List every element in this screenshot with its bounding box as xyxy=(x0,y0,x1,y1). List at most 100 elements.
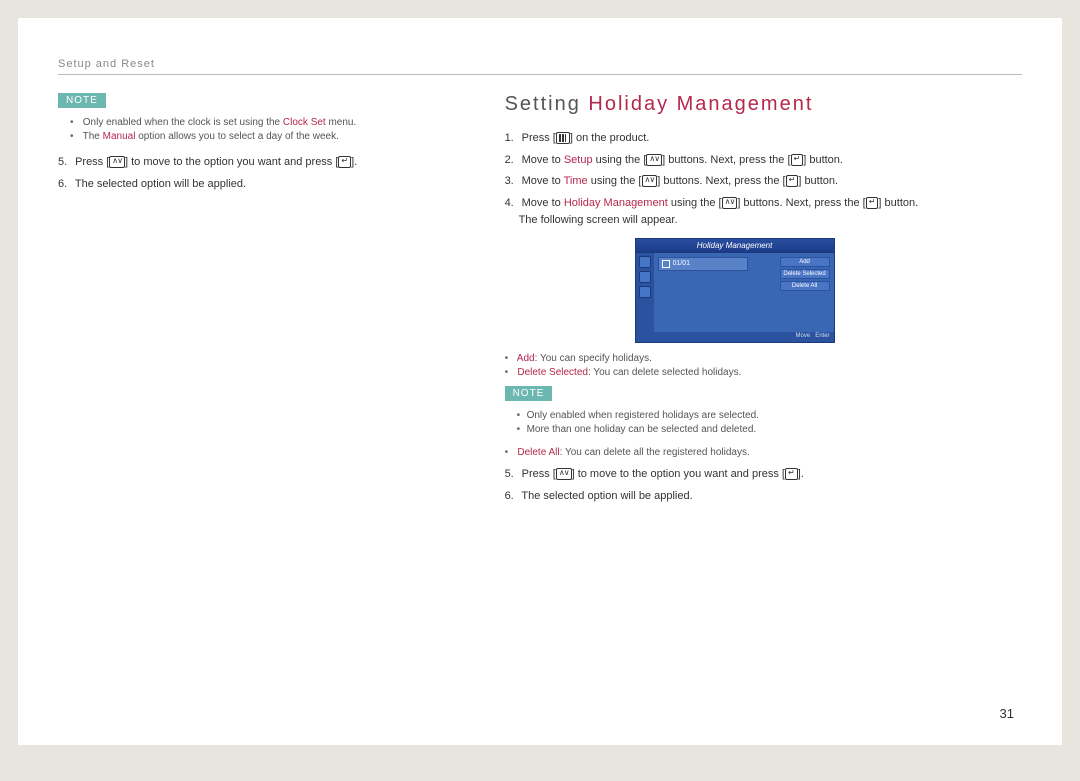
steps-list: 5. Press [∧∨] to move to the option you … xyxy=(505,466,1022,505)
text: The xyxy=(83,131,103,142)
text: ] to move to the option you want and pre… xyxy=(125,156,338,168)
osd-row: 01/01 xyxy=(658,257,748,271)
accent-text: Delete Selected xyxy=(517,367,588,378)
heading-prefix: Setting xyxy=(505,93,589,115)
text: Press [ xyxy=(75,156,109,168)
step-5: 5. Press [∧∨] to move to the option you … xyxy=(58,154,465,172)
updown-icon: ∧∨ xyxy=(556,468,572,480)
text: ] button. xyxy=(878,197,918,209)
desc-delete-all: Delete All: You can delete all the regis… xyxy=(505,447,1022,458)
two-column-layout: NOTE Only enabled when the clock is set … xyxy=(58,93,1022,509)
text: using the [ xyxy=(668,197,722,209)
step-6: 6. The selected option will be applied. xyxy=(505,488,1022,506)
enter-icon: ↵ xyxy=(338,156,351,168)
text: More than one holiday can be selected an… xyxy=(527,424,757,435)
text: Move to xyxy=(522,197,564,209)
steps-list: 5. Press [∧∨] to move to the option you … xyxy=(58,154,465,193)
section-heading: Setting Holiday Management xyxy=(505,93,1022,116)
step-number: 6. xyxy=(505,488,519,506)
text: option allows you to select a day of the… xyxy=(135,131,338,142)
osd-buttons: Add Delete Selected Delete All xyxy=(780,257,830,291)
desc-delete-selected: Delete Selected: You can delete selected… xyxy=(505,367,1022,378)
checkbox-icon xyxy=(662,260,670,268)
step-4: 4. Move to Holiday Management using the … xyxy=(505,195,1022,230)
accent-text: Add xyxy=(517,353,535,364)
accent-text: Time xyxy=(564,175,588,187)
text: : You can specify holidays. xyxy=(535,353,652,364)
updown-icon: ∧∨ xyxy=(722,197,738,209)
accent-text: Setup xyxy=(564,154,593,166)
updown-icon: ∧∨ xyxy=(109,156,125,168)
note-badge: NOTE xyxy=(58,93,106,108)
page-number: 31 xyxy=(1000,706,1014,721)
accent-text: Holiday Management xyxy=(564,197,668,209)
text: The selected option will be applied. xyxy=(521,490,692,502)
menu-icon xyxy=(556,132,570,144)
step-5: 5. Press [∧∨] to move to the option you … xyxy=(505,466,1022,484)
text: menu. xyxy=(326,117,357,128)
text: using the [ xyxy=(593,154,647,166)
osd-sidebar-icon xyxy=(639,256,651,268)
note-badge: NOTE xyxy=(505,386,553,401)
steps-list: 1. Press [ ] on the product. 2. Move to S… xyxy=(505,130,1022,230)
enter-icon: ↵ xyxy=(866,197,879,209)
step-number: 3. xyxy=(505,173,519,191)
text: : You can delete selected holidays. xyxy=(588,367,741,378)
desc-add: Add: You can specify holidays. xyxy=(505,353,1022,364)
text: ] button. xyxy=(803,154,843,166)
text: ] to move to the option you want and pre… xyxy=(572,468,785,480)
note-line: Only enabled when registered holidays ar… xyxy=(517,410,1022,421)
osd-add-button: Add xyxy=(780,257,830,267)
text: ]. xyxy=(798,468,804,480)
osd-delete-all-button: Delete All xyxy=(780,281,830,291)
text: The following screen will appear. xyxy=(519,214,678,226)
note-body: Only enabled when registered holidays ar… xyxy=(517,410,1022,435)
accent-text: Manual xyxy=(103,131,136,142)
enter-icon: ↵ xyxy=(786,175,799,187)
osd-footer-enter: Enter xyxy=(815,333,829,339)
osd-sidebar-icon xyxy=(639,286,651,298)
manual-page: Setup and Reset NOTE Only enabled when t… xyxy=(18,18,1062,745)
note-line: The Manual option allows you to select a… xyxy=(70,131,465,142)
text: using the [ xyxy=(588,175,642,187)
enter-icon: ↵ xyxy=(785,468,798,480)
step-2: 2. Move to Setup using the [∧∨] buttons.… xyxy=(505,152,1022,170)
text: The selected option will be applied. xyxy=(75,178,246,190)
text: ] button. xyxy=(798,175,838,187)
osd-title: Holiday Management xyxy=(636,239,834,253)
text: Press [ xyxy=(522,132,556,144)
updown-icon: ∧∨ xyxy=(646,154,662,166)
text: Move to xyxy=(522,154,564,166)
text: ] buttons. Next, press the [ xyxy=(737,197,865,209)
osd-delete-selected-button: Delete Selected xyxy=(780,269,830,279)
osd-footer-move: Move xyxy=(796,333,811,339)
text: Only enabled when the clock is set using… xyxy=(83,117,283,128)
text: : You can delete all the registered holi… xyxy=(560,447,750,458)
note-body: Only enabled when the clock is set using… xyxy=(70,117,465,142)
step-number: 2. xyxy=(505,152,519,170)
step-number: 6. xyxy=(58,176,72,194)
step-number: 1. xyxy=(505,130,519,148)
left-column: NOTE Only enabled when the clock is set … xyxy=(58,93,465,509)
text: ]. xyxy=(351,156,357,168)
text: ] on the product. xyxy=(570,132,650,144)
description-list: Delete All: You can delete all the regis… xyxy=(505,447,1022,458)
osd-date: 01/01 xyxy=(673,260,691,267)
osd-sidebar-icon xyxy=(639,271,651,283)
osd-screenshot: Holiday Management 01/01 Add Delete Sele… xyxy=(635,238,835,343)
description-list: Add: You can specify holidays. Delete Se… xyxy=(505,353,1022,378)
heading-accent: Holiday Management xyxy=(588,93,813,115)
note-line: More than one holiday can be selected an… xyxy=(517,424,1022,435)
note-line: Only enabled when the clock is set using… xyxy=(70,117,465,128)
step-3: 3. Move to Time using the [∧∨] buttons. … xyxy=(505,173,1022,191)
text: ] buttons. Next, press the [ xyxy=(657,175,785,187)
enter-icon: ↵ xyxy=(791,154,804,166)
step-number: 5. xyxy=(505,466,519,484)
updown-icon: ∧∨ xyxy=(642,175,658,187)
osd-footer: Move Enter xyxy=(636,332,834,342)
breadcrumb: Setup and Reset xyxy=(58,58,1022,75)
step-1: 1. Press [ ] on the product. xyxy=(505,130,1022,148)
text: Move to xyxy=(522,175,564,187)
text: Only enabled when registered holidays ar… xyxy=(527,410,759,421)
text: Press [ xyxy=(522,468,556,480)
